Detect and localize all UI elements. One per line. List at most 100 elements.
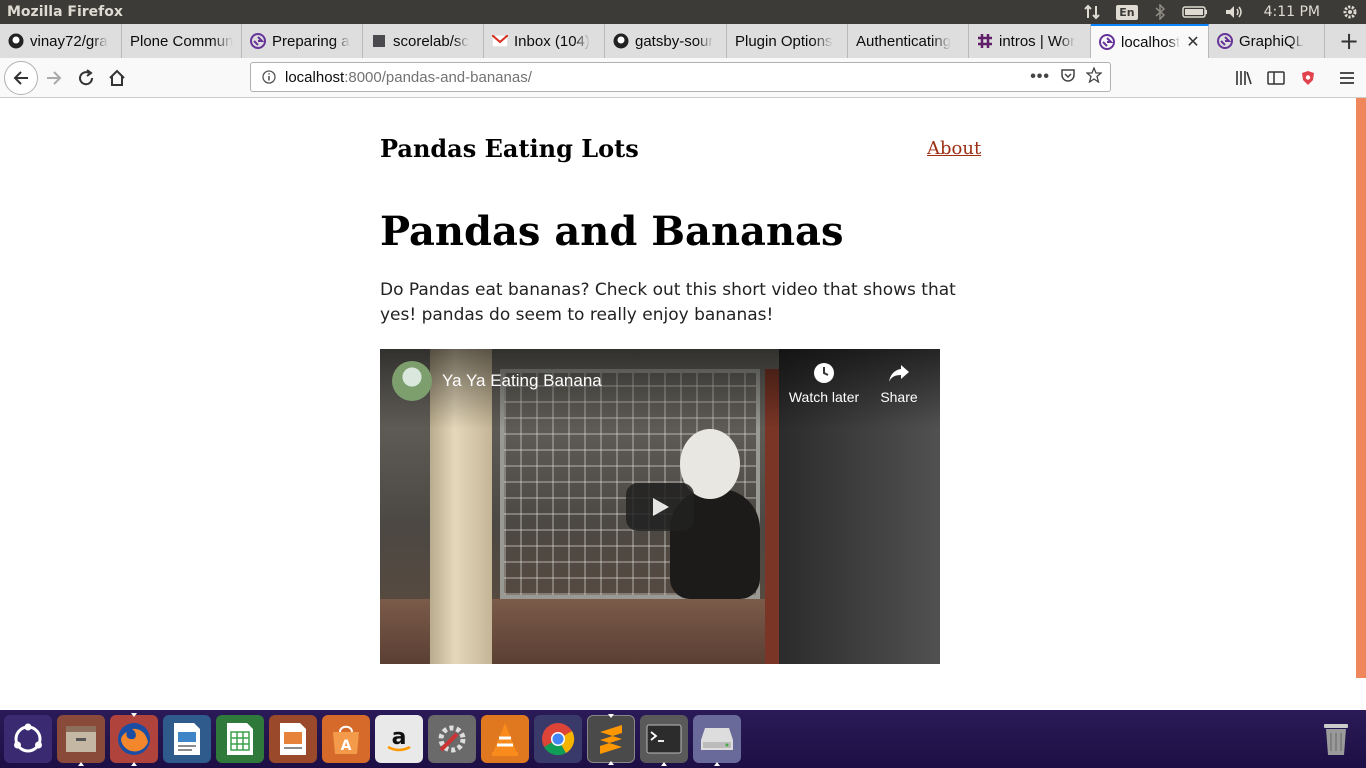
keyboard-layout-indicator[interactable]: En	[1116, 4, 1138, 20]
scrollbar-thumb[interactable]	[1356, 98, 1366, 678]
clock-icon	[814, 363, 834, 383]
sidebar-icon	[1267, 71, 1285, 85]
site-title[interactable]: Pandas Eating Lots	[380, 134, 639, 163]
browser-tab-strip: vinay72/gra Plone Commun Preparing a sco…	[0, 24, 1366, 58]
firefox-icon[interactable]	[110, 713, 158, 766]
tab-label: vinay72/gra	[30, 32, 108, 50]
bookmark-star-icon[interactable]	[1085, 66, 1103, 87]
tab-label: Authenticating	[856, 32, 952, 50]
settings-gear-icon[interactable]	[1334, 0, 1366, 24]
shield-icon	[1302, 71, 1314, 85]
terminal-icon[interactable]	[640, 715, 688, 766]
about-link[interactable]: About	[927, 138, 981, 159]
drive-icon[interactable]	[693, 715, 741, 766]
github-icon	[8, 33, 24, 49]
share-label: Share	[880, 389, 918, 405]
share-arrow-icon	[889, 365, 909, 382]
software-center-icon[interactable]: A	[322, 715, 370, 763]
bluetooth-icon[interactable]	[1146, 0, 1174, 24]
gatsby-icon	[1217, 33, 1233, 49]
url-path: :8000/pandas-and-bananas/	[344, 68, 532, 86]
ublock-extension-button[interactable]	[1292, 62, 1324, 94]
tab-scorelab[interactable]: scorelab/sc	[363, 24, 484, 58]
share-button[interactable]: Share	[859, 361, 939, 405]
url-host: localhost	[285, 68, 345, 86]
active-app-name: Mozilla Firefox	[7, 4, 123, 20]
svg-text:A: A	[341, 738, 352, 754]
trash-icon[interactable]	[1312, 715, 1360, 763]
impress-icon[interactable]	[269, 715, 317, 763]
scrollbar[interactable]	[1356, 98, 1366, 710]
clock[interactable]: 4:11 PM	[1252, 0, 1334, 24]
tab-label: Preparing a	[272, 32, 350, 50]
forward-button[interactable]	[38, 62, 70, 94]
system-top-panel: Mozilla Firefox En 4:11 PM	[0, 0, 1366, 24]
site-info-icon[interactable]	[257, 70, 281, 84]
back-button[interactable]	[4, 61, 38, 95]
navigation-toolbar: localhost:8000/pandas-and-bananas/ •••	[0, 58, 1366, 98]
library-icon	[1236, 71, 1252, 85]
tab-authenticating[interactable]: Authenticating	[848, 24, 969, 58]
system-settings-icon[interactable]	[428, 715, 476, 763]
tab-label: Plugin Options	[735, 32, 833, 50]
tab-label: Inbox (104)	[514, 32, 590, 50]
reload-button[interactable]	[70, 62, 102, 94]
back-arrow-icon	[13, 71, 28, 85]
page-content: Pandas Eating Lots About Pandas and Bana…	[0, 98, 1366, 710]
slack-icon	[977, 33, 993, 49]
url-bar[interactable]: localhost:8000/pandas-and-bananas/ •••	[250, 62, 1111, 92]
chrome-icon[interactable]	[534, 715, 582, 763]
vlc-icon[interactable]	[481, 715, 529, 763]
tab-graphiql[interactable]: GraphiQL	[1209, 24, 1325, 58]
hamburger-menu-icon	[1340, 72, 1354, 84]
amazon-icon[interactable]: a	[375, 715, 423, 763]
reload-icon	[79, 69, 94, 86]
network-icon[interactable]	[1076, 0, 1108, 24]
tab-localhost-active[interactable]: localhost ✕	[1091, 24, 1209, 58]
github-icon	[613, 33, 629, 49]
url-actions: •••	[1030, 66, 1110, 87]
post-title: Pandas and Bananas	[380, 208, 844, 255]
sublime-text-icon[interactable]	[587, 714, 635, 765]
writer-icon[interactable]	[163, 715, 211, 763]
tab-inbox[interactable]: Inbox (104)	[484, 24, 605, 58]
ubuntu-dash-icon[interactable]	[4, 715, 52, 763]
files-icon[interactable]	[57, 715, 105, 766]
play-button[interactable]	[626, 483, 694, 531]
volume-icon[interactable]	[1216, 0, 1252, 24]
tab-gatsby-source[interactable]: gatsby-sour	[605, 24, 727, 58]
new-tab-button[interactable]: +	[1332, 24, 1366, 58]
tab-preparing[interactable]: Preparing a	[242, 24, 363, 58]
panel-indicators: En 4:11 PM	[1076, 0, 1366, 24]
gmail-icon	[492, 33, 508, 49]
gatsby-icon	[250, 33, 266, 49]
youtube-video-embed[interactable]: Ya Ya Eating Banana Watch later Share	[380, 349, 940, 664]
home-button[interactable]	[101, 62, 133, 94]
channel-avatar[interactable]	[392, 361, 432, 401]
sidebar-button[interactable]	[1260, 62, 1292, 94]
tab-plone-community[interactable]: Plone Commun	[122, 24, 242, 58]
gatsby-icon	[1099, 34, 1115, 50]
library-button[interactable]	[1228, 62, 1260, 94]
page-actions-icon[interactable]: •••	[1030, 68, 1050, 86]
play-icon	[653, 498, 669, 516]
battery-icon[interactable]	[1174, 0, 1216, 24]
tab-label: gatsby-sour	[635, 32, 714, 50]
ubuntu-launcher: A a	[0, 710, 1366, 768]
tab-intros-slack[interactable]: intros | Wor	[969, 24, 1091, 58]
menu-button[interactable]	[1331, 62, 1363, 94]
tab-label: localhost	[1121, 33, 1181, 51]
svg-text:a: a	[392, 725, 407, 750]
video-title[interactable]: Ya Ya Eating Banana	[442, 371, 602, 391]
close-tab-icon[interactable]: ✕	[1186, 32, 1199, 52]
tab-vinay72[interactable]: vinay72/gra	[0, 24, 122, 58]
forward-arrow-icon	[47, 71, 62, 85]
home-icon	[109, 69, 125, 86]
watch-later-button[interactable]: Watch later	[784, 361, 864, 405]
page-icon	[371, 33, 387, 49]
post-body: Do Pandas eat bananas? Check out this sh…	[380, 280, 956, 325]
pocket-icon[interactable]	[1060, 67, 1076, 87]
tab-plugin-options[interactable]: Plugin Options	[727, 24, 848, 58]
calc-icon[interactable]	[216, 715, 264, 763]
tab-label: scorelab/sc	[393, 32, 469, 50]
